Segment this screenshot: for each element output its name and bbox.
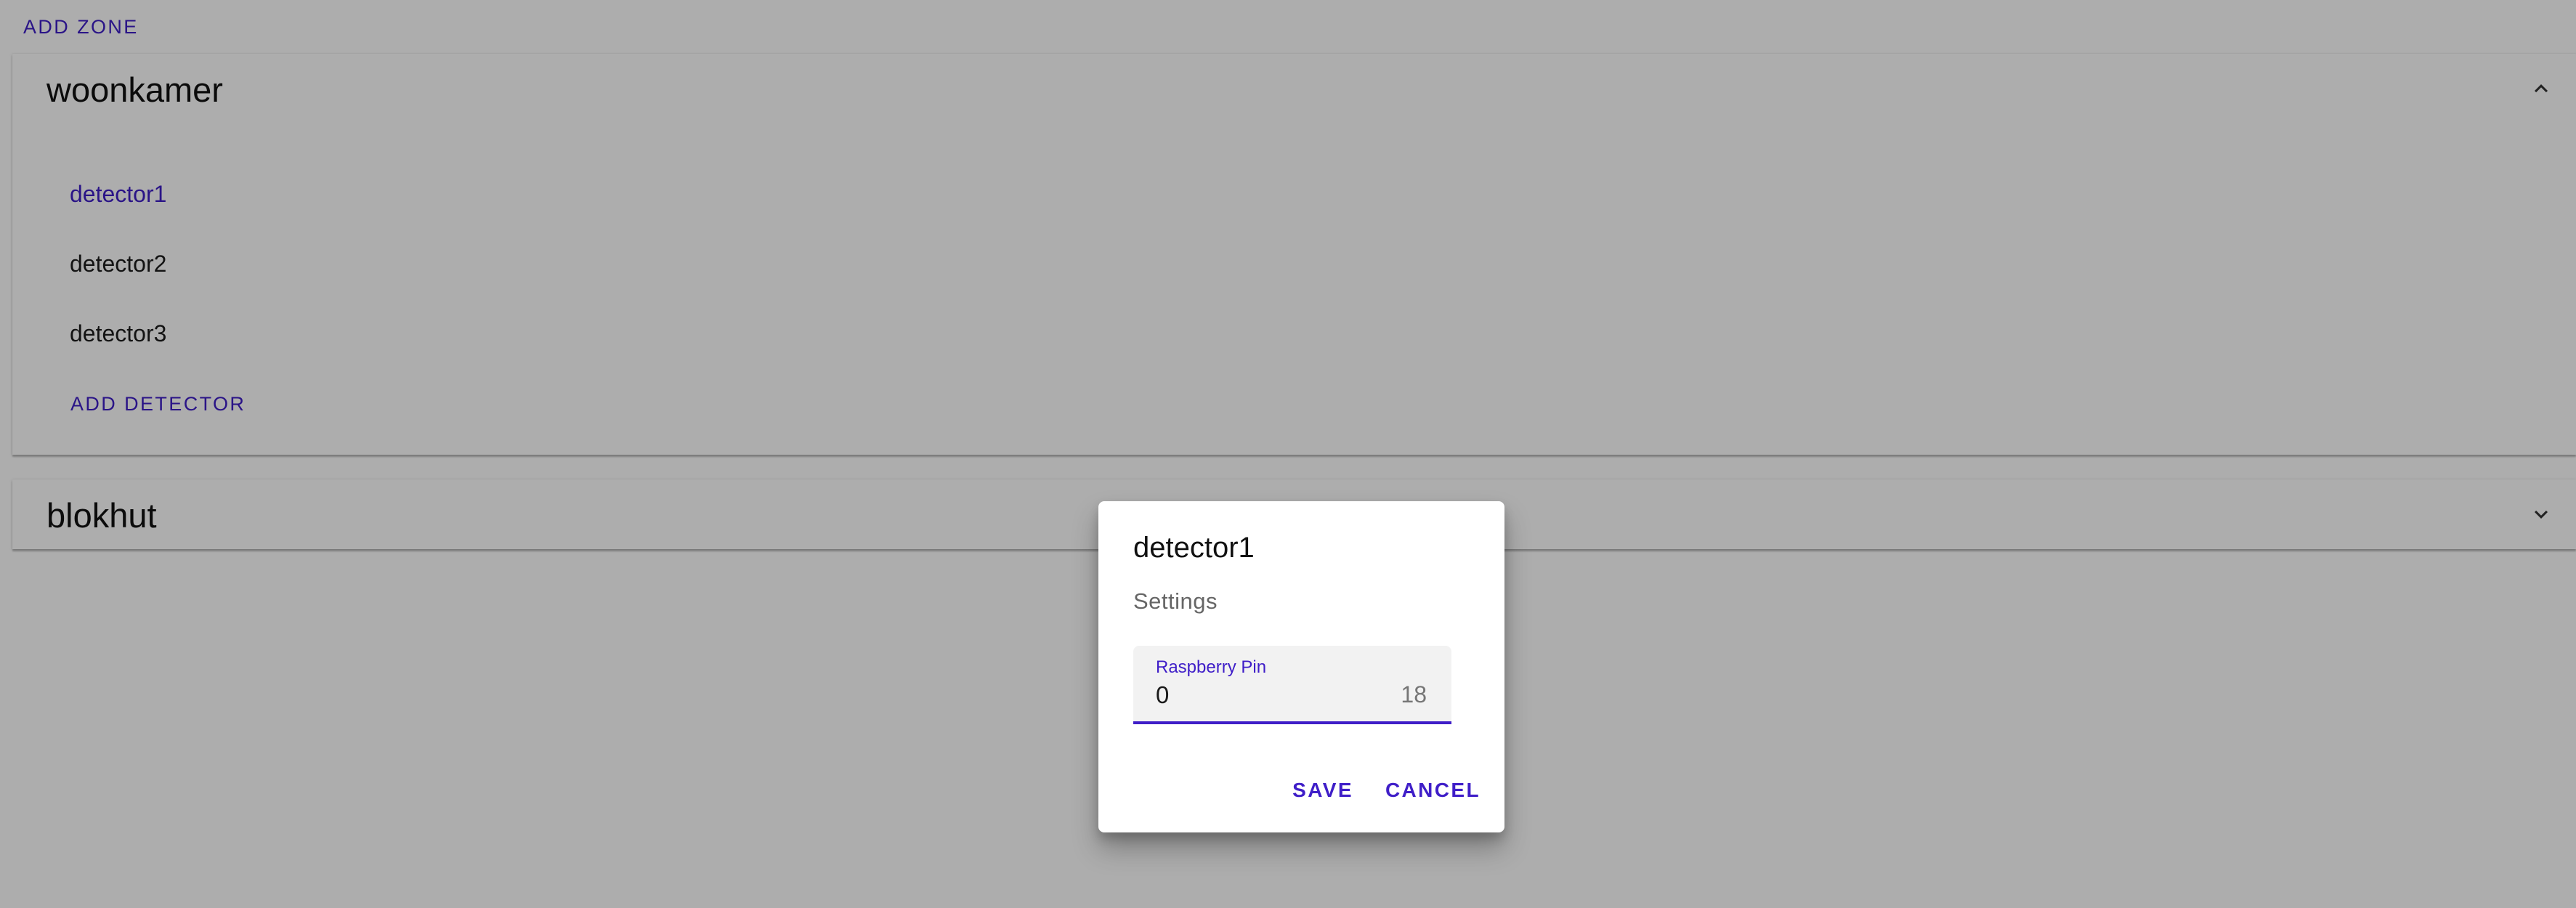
settings-dialog: detector1 Settings Raspberry Pin 18 SAVE… bbox=[1098, 501, 1504, 832]
dialog-actions: SAVE CANCEL bbox=[1292, 779, 1481, 802]
raspberry-pin-label: Raspberry Pin bbox=[1156, 657, 1267, 677]
raspberry-pin-input[interactable] bbox=[1156, 680, 1359, 710]
raspberry-pin-field[interactable]: Raspberry Pin 18 bbox=[1133, 646, 1451, 724]
dialog-title: detector1 bbox=[1133, 532, 1255, 564]
page: ADD ZONE woonkamer detector1 detector2 d… bbox=[0, 0, 2576, 908]
cancel-button[interactable]: CANCEL bbox=[1385, 779, 1481, 802]
dialog-subtitle: Settings bbox=[1133, 588, 1218, 614]
raspberry-pin-suffix: 18 bbox=[1401, 681, 1427, 708]
save-button[interactable]: SAVE bbox=[1292, 779, 1353, 802]
